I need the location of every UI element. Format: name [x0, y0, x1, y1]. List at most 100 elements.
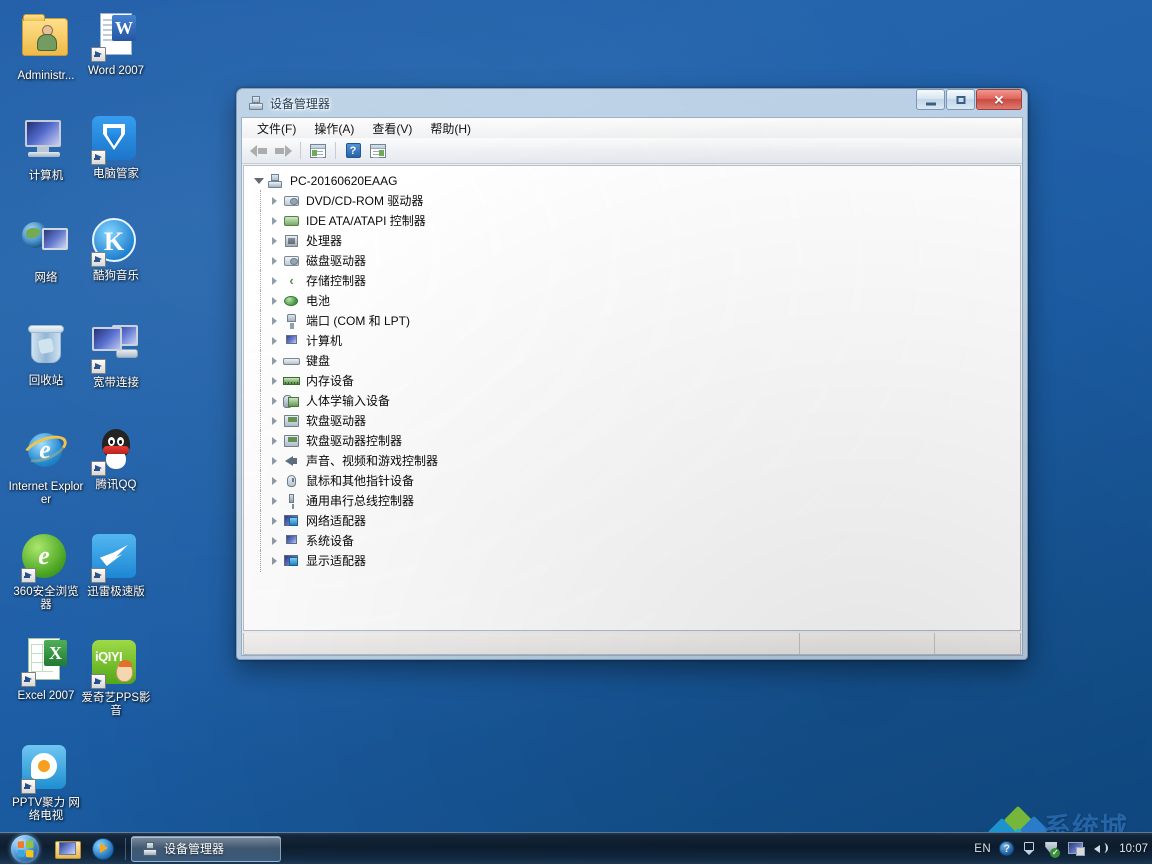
- device-tree[interactable]: PC-20160620EAAGDVD/CD-ROM 驱动器IDE ATA/ATA…: [243, 165, 1021, 631]
- taskbar[interactable]: 设备管理器 EN ? 10:07: [0, 832, 1152, 864]
- tray-show-hidden[interactable]: [1022, 841, 1036, 857]
- desktop-icon-network[interactable]: 网络: [8, 216, 84, 285]
- tree-item[interactable]: 声音、视频和游戏控制器: [252, 451, 1020, 471]
- desktop-icon-recycle-bin[interactable]: 回收站: [8, 321, 84, 388]
- tree-item[interactable]: 鼠标和其他指针设备: [252, 471, 1020, 491]
- tree-item[interactable]: IDE ATA/ATAPI 控制器: [252, 211, 1020, 231]
- chevron-right-icon[interactable]: [268, 235, 280, 247]
- desktop-icon-label: Administr...: [8, 70, 84, 83]
- tree-item[interactable]: 内存设备: [252, 371, 1020, 391]
- chevron-right-icon[interactable]: [268, 475, 280, 487]
- chevron-right-icon[interactable]: [268, 535, 280, 547]
- chevron-right-icon[interactable]: [268, 435, 280, 447]
- quicklaunch-explorer[interactable]: [50, 834, 84, 864]
- chevron-right-icon[interactable]: [268, 495, 280, 507]
- console-tree-icon: [310, 144, 326, 158]
- dvd-drive-icon: [283, 193, 300, 209]
- tree-item[interactable]: 软盘驱动器控制器: [252, 431, 1020, 451]
- windows-media-player-icon: [92, 838, 114, 860]
- menu-action[interactable]: 操作(A): [305, 118, 363, 139]
- minimize-button[interactable]: [916, 89, 945, 110]
- maximize-button[interactable]: [946, 89, 975, 110]
- back-button[interactable]: [246, 140, 270, 162]
- desktop-icon-360-browser[interactable]: 360安全浏览器: [8, 532, 84, 612]
- 360-browser-icon: [22, 534, 70, 582]
- tree-item[interactable]: 人体学输入设备: [252, 391, 1020, 411]
- desktop-icon-pptv[interactable]: PPTV聚力 网络电视: [8, 743, 84, 823]
- tree-item[interactable]: ‹存储控制器: [252, 271, 1020, 291]
- chevron-right-icon[interactable]: [268, 555, 280, 567]
- back-arrow-icon: [250, 144, 267, 158]
- tree-item-label: 计算机: [305, 331, 342, 351]
- device-manager-window[interactable]: 设备管理器 ✕ 文件(F)操作(A)查看(V)帮助(H): [236, 88, 1028, 660]
- start-button[interactable]: [2, 834, 48, 864]
- chevron-right-icon[interactable]: [268, 395, 280, 407]
- chevron-right-icon[interactable]: [268, 215, 280, 227]
- tree-item[interactable]: 软盘驱动器: [252, 411, 1020, 431]
- chevron-right-icon[interactable]: [268, 275, 280, 287]
- tree-item-label: 软盘驱动器控制器: [305, 431, 402, 451]
- tree-item[interactable]: 电池: [252, 291, 1020, 311]
- chevron-right-icon[interactable]: [268, 335, 280, 347]
- chevron-right-icon[interactable]: [268, 455, 280, 467]
- tree-root-node[interactable]: PC-20160620EAAG: [252, 171, 1020, 191]
- shortcut-arrow-icon: [91, 150, 106, 165]
- shortcut-arrow-icon: [91, 359, 106, 374]
- chevron-right-icon[interactable]: [268, 195, 280, 207]
- tree-item[interactable]: 端口 (COM 和 LPT): [252, 311, 1020, 331]
- desktop-icon-computer[interactable]: 计算机: [8, 114, 84, 183]
- desktop-icon-excel-2007[interactable]: XExcel 2007: [8, 638, 84, 703]
- tree-item[interactable]: DVD/CD-ROM 驱动器: [252, 191, 1020, 211]
- show-hide-console-tree-button[interactable]: [306, 140, 330, 162]
- tree-item[interactable]: 磁盘驱动器: [252, 251, 1020, 271]
- forward-button[interactable]: [271, 140, 295, 162]
- tree-item[interactable]: 系统设备: [252, 531, 1020, 551]
- chevron-right-icon[interactable]: [268, 375, 280, 387]
- desktop-icon-internet-explorer[interactable]: eInternet Explorer: [8, 427, 84, 507]
- desktop-icon-broadband-connection[interactable]: 宽带连接: [78, 321, 154, 390]
- taskbar-button-device-manager[interactable]: 设备管理器: [131, 836, 281, 862]
- tree-item[interactable]: 处理器: [252, 231, 1020, 251]
- menu-file[interactable]: 文件(F): [248, 118, 305, 139]
- desktop-icon-user-folder[interactable]: Administr...: [8, 12, 84, 83]
- desktop-icon-label: 计算机: [8, 170, 84, 183]
- quicklaunch-media-player[interactable]: [86, 834, 120, 864]
- chevron-right-icon[interactable]: [268, 515, 280, 527]
- tray-ime[interactable]: EN: [974, 843, 991, 855]
- desktop-icon-tencent-qq[interactable]: 腾讯QQ: [78, 427, 154, 492]
- expand-triangle-icon[interactable]: [252, 175, 264, 187]
- chevron-right-icon[interactable]: [268, 295, 280, 307]
- close-button[interactable]: ✕: [976, 89, 1022, 110]
- desktop-icon-label: 360安全浏览器: [8, 586, 84, 612]
- storage-controller-icon: ‹: [283, 273, 300, 289]
- tray-help[interactable]: ?: [999, 841, 1014, 856]
- tree-item[interactable]: 通用串行总线控制器: [252, 491, 1020, 511]
- properties-button[interactable]: [366, 140, 390, 162]
- desktop-icon-label: 腾讯QQ: [78, 479, 154, 492]
- tree-item[interactable]: 网络适配器: [252, 511, 1020, 531]
- desktop-icon-word-2007[interactable]: WWord 2007: [78, 12, 154, 78]
- desktop-background[interactable]: Administr...WWord 2007计算机电脑管家网络K酷狗音乐回收站宽…: [0, 0, 1152, 864]
- tree-item[interactable]: 显示适配器: [252, 551, 1020, 571]
- desktop-icon-pc-manager[interactable]: 电脑管家: [78, 114, 154, 181]
- desktop-icon-kugou-music[interactable]: K酷狗音乐: [78, 216, 154, 283]
- menu-view[interactable]: 查看(V): [363, 118, 421, 139]
- recycle-bin-icon: [22, 323, 70, 371]
- tray-network[interactable]: [1068, 841, 1085, 856]
- chevron-right-icon[interactable]: [268, 255, 280, 267]
- menu-help[interactable]: 帮助(H): [421, 118, 480, 139]
- device-manager-icon: [142, 841, 158, 857]
- tree-item[interactable]: 键盘: [252, 351, 1020, 371]
- chevron-right-icon[interactable]: [268, 415, 280, 427]
- status-pane-1: [244, 633, 800, 654]
- desktop-icon-thunder[interactable]: 迅雷极速版: [78, 532, 154, 599]
- tray-action-center[interactable]: [1044, 841, 1060, 857]
- tray-clock[interactable]: 10:07: [1117, 843, 1148, 855]
- chevron-right-icon[interactable]: [268, 355, 280, 367]
- desktop-icon-iqiyi-pps[interactable]: 爱奇艺PPS影音: [78, 638, 154, 718]
- chevron-right-icon[interactable]: [268, 315, 280, 327]
- window-titlebar[interactable]: 设备管理器 ✕: [241, 89, 1023, 117]
- help-button[interactable]: ?: [341, 140, 365, 162]
- tray-volume[interactable]: [1093, 841, 1109, 856]
- tree-item[interactable]: 计算机: [252, 331, 1020, 351]
